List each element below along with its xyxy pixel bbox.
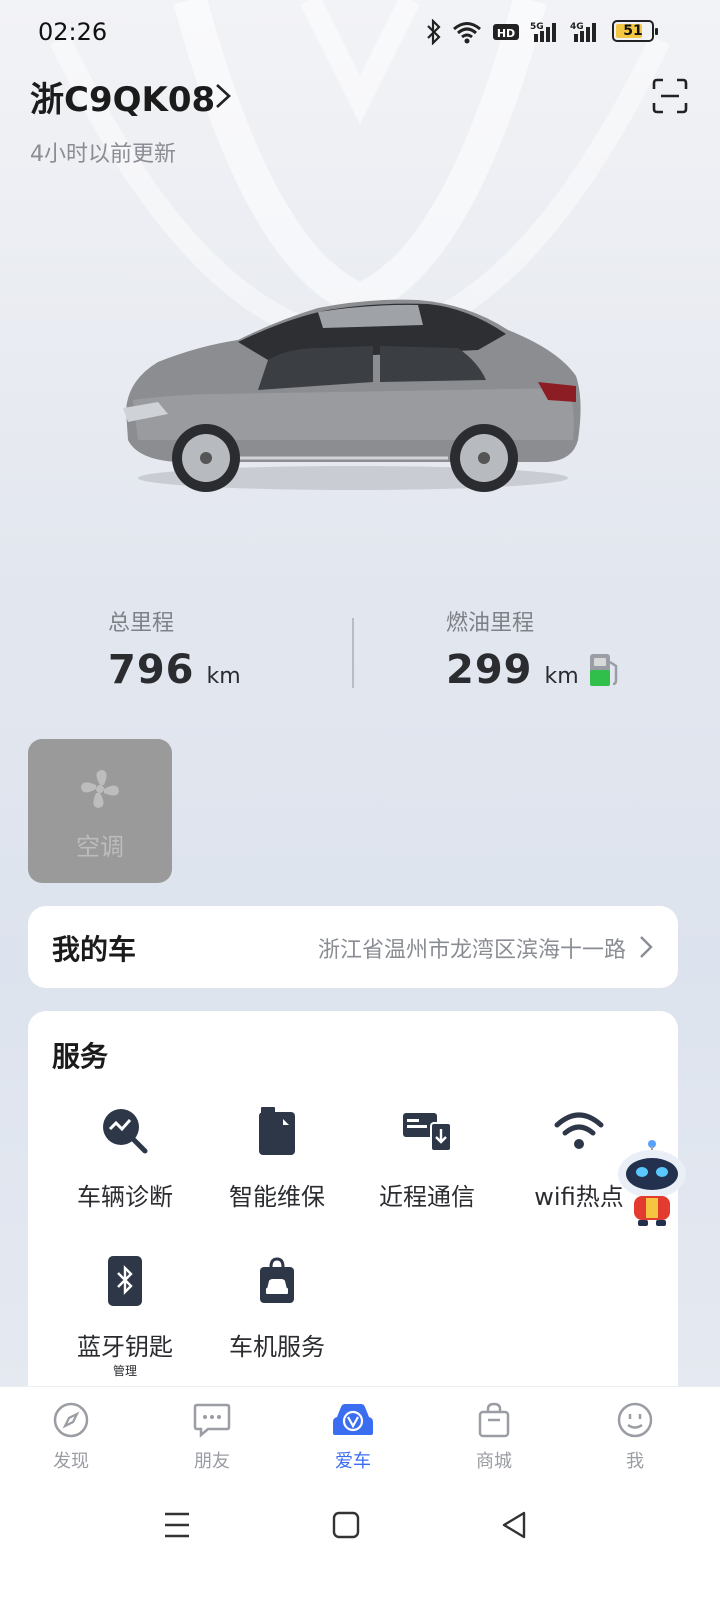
air-conditioning-label: 空调	[76, 833, 124, 861]
car-icon	[333, 1404, 373, 1435]
service-label: 智能维保	[229, 1183, 325, 1211]
service-sublabel: 管理	[112, 1364, 137, 1378]
wifi-icon	[453, 22, 481, 44]
service-label: 车机服务	[229, 1333, 325, 1361]
service-vehicle-diagnosis[interactable]: 车辆诊断	[50, 1105, 200, 1212]
fuel-range-unit: km	[544, 664, 579, 689]
my-car-title: 我的车	[52, 933, 137, 966]
short-range-comm-icon	[403, 1113, 452, 1152]
home-icon[interactable]	[332, 1510, 360, 1540]
fuel-range: 燃油里程 299 km	[446, 605, 579, 693]
service-label: 近程通信	[379, 1183, 475, 1211]
total-mileage-label: 总里程	[108, 611, 175, 636]
nav-label: 爱车	[335, 1451, 371, 1472]
fan-icon	[81, 770, 119, 808]
nav-my-car[interactable]: 爱车	[308, 1401, 398, 1473]
fuel-range-value-row: 299 km	[446, 647, 579, 693]
chevron-right-icon[interactable]	[212, 82, 234, 110]
hd-icon: HD	[493, 24, 519, 40]
nav-label: 商城	[476, 1451, 512, 1472]
car-image	[123, 299, 581, 492]
scan-icon[interactable]	[652, 78, 688, 114]
stat-divider	[352, 618, 354, 688]
compass-icon	[53, 1402, 89, 1438]
battery-level: 51	[623, 23, 643, 39]
nav-label: 我	[626, 1451, 644, 1472]
air-conditioning-button[interactable]: 空调	[28, 739, 172, 883]
nav-discover[interactable]: 发现	[26, 1401, 116, 1473]
svg-text:4G: 4G	[570, 22, 584, 32]
service-label: 车辆诊断	[77, 1183, 173, 1211]
smile-icon	[617, 1402, 653, 1438]
battery-icon: 51	[612, 20, 658, 42]
svg-text:5G: 5G	[530, 22, 544, 32]
system-navigation-bar	[0, 1482, 720, 1600]
services-card: 服务 车辆诊断 智能维保 近程通信 wifi热点 蓝牙钥匙 管理 车机服务	[28, 1011, 678, 1431]
status-bar: 02:26 HD 5G 4G 51	[0, 0, 720, 64]
service-label: 蓝牙钥匙	[77, 1333, 173, 1361]
signal-4g-icon: 4G	[570, 22, 596, 42]
total-mileage-unit: km	[206, 664, 241, 689]
menu-icon[interactable]	[164, 1510, 190, 1540]
total-mileage: 总里程 796 km	[108, 605, 241, 693]
maintenance-icon	[259, 1107, 295, 1155]
fuel-range-label: 燃油里程	[446, 611, 535, 636]
wifi-hotspot-icon	[554, 1112, 604, 1149]
total-mileage-value: 796	[108, 647, 195, 693]
service-bluetooth-key[interactable]: 蓝牙钥匙 管理	[50, 1255, 200, 1379]
total-mileage-value-row: 796 km	[108, 647, 241, 693]
bottom-navigation: 发现 朋友 爱车 商城 我	[0, 1386, 720, 1483]
bluetooth-icon	[427, 19, 441, 45]
car-service-icon	[260, 1257, 294, 1303]
clock: 02:26	[38, 18, 108, 46]
my-car-card[interactable]: 我的车 浙江省温州市龙湾区滨海十一路	[28, 906, 678, 988]
status-icons: HD 5G 4G	[426, 18, 600, 46]
nav-label: 朋友	[194, 1451, 230, 1472]
chat-icon	[193, 1403, 231, 1438]
nav-me[interactable]: 我	[590, 1401, 680, 1473]
service-short-range-comm[interactable]: 近程通信	[352, 1105, 502, 1212]
service-car-system[interactable]: 车机服务	[202, 1255, 352, 1362]
shopping-bag-icon	[478, 1402, 510, 1438]
battery-tip	[655, 28, 658, 35]
nav-label: 发现	[53, 1451, 89, 1472]
vehicle-plate[interactable]: 浙C9QK08	[30, 72, 215, 121]
services-title: 服务	[52, 1040, 109, 1073]
service-smart-maintenance[interactable]: 智能维保	[202, 1105, 352, 1212]
chevron-right-icon	[640, 936, 653, 958]
svg-text:HD: HD	[497, 27, 515, 40]
diagnosis-icon	[103, 1109, 148, 1154]
signal-5g-icon: 5G	[530, 22, 556, 42]
bluetooth-key-icon	[108, 1256, 142, 1306]
back-icon[interactable]	[500, 1510, 528, 1540]
last-updated: 4小时以前更新	[30, 142, 176, 167]
my-car-address: 浙江省温州市龙湾区滨海十一路	[317, 938, 626, 963]
nav-mall[interactable]: 商城	[449, 1401, 539, 1473]
fuel-pump-icon	[590, 654, 618, 686]
assistant-robot-icon[interactable]	[614, 1138, 690, 1228]
nav-friends[interactable]: 朋友	[167, 1401, 257, 1473]
fuel-range-value: 299	[446, 647, 533, 693]
